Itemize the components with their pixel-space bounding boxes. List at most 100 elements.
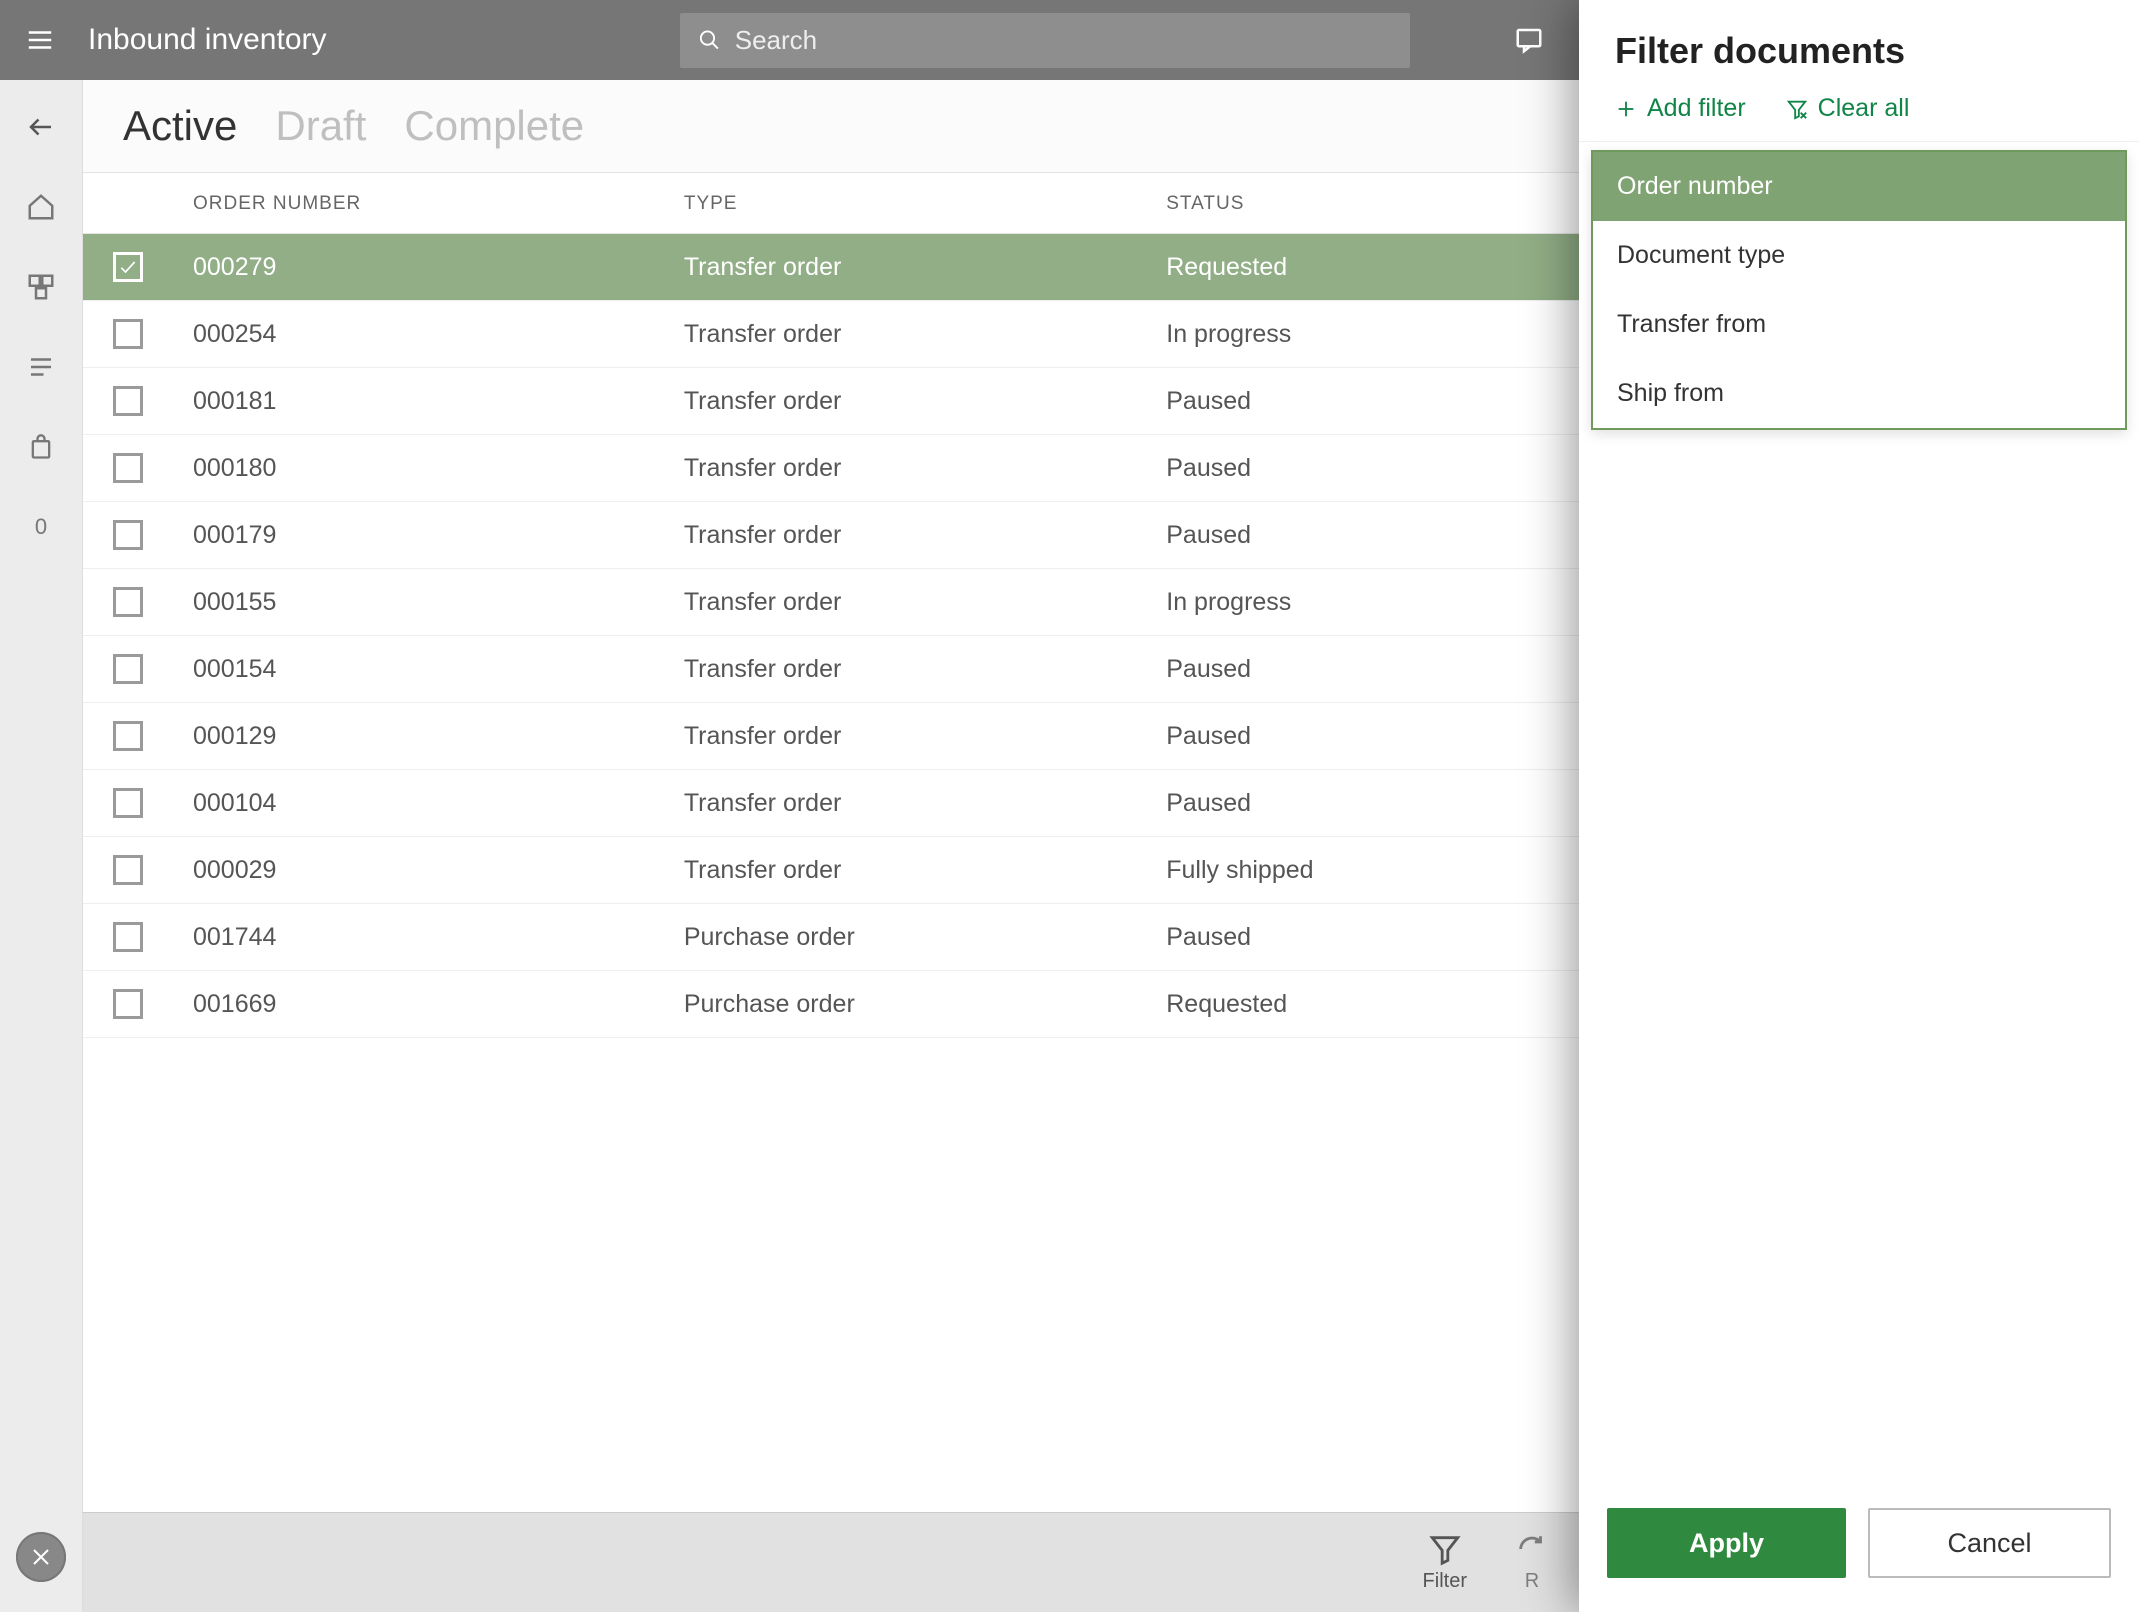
row-checkbox-cell[interactable]	[83, 502, 173, 569]
table-row[interactable]: 000029Transfer orderFully shipped	[83, 837, 1579, 904]
tab-bar: Active Draft Complete	[83, 80, 1579, 172]
checkbox[interactable]	[113, 721, 143, 751]
filter-option[interactable]: Ship from	[1593, 359, 2125, 428]
cell-order: 000104	[173, 770, 674, 837]
cell-status: Paused	[1156, 435, 1579, 502]
checkbox[interactable]	[113, 989, 143, 1019]
row-checkbox-cell[interactable]	[83, 368, 173, 435]
tab-complete[interactable]: Complete	[404, 102, 584, 150]
nav-bag[interactable]	[24, 430, 58, 464]
nav-list[interactable]	[24, 350, 58, 384]
tab-active[interactable]: Active	[123, 102, 237, 150]
cell-order: 000154	[173, 636, 674, 703]
filter-icon	[1428, 1532, 1462, 1566]
checkbox[interactable]	[113, 520, 143, 550]
hamburger-menu-button[interactable]	[0, 0, 80, 80]
cell-order: 000155	[173, 569, 674, 636]
table-row[interactable]: 000154Transfer orderPaused	[83, 636, 1579, 703]
order-table: ORDER NUMBER TYPE STATUS 000279Transfer …	[83, 173, 1579, 1038]
checkbox[interactable]	[113, 788, 143, 818]
table-row[interactable]: 000180Transfer orderPaused	[83, 435, 1579, 502]
table-row[interactable]: 000254Transfer orderIn progress	[83, 301, 1579, 368]
cancel-button[interactable]: Cancel	[1868, 1508, 2111, 1578]
checkbox[interactable]	[113, 252, 143, 282]
row-checkbox-cell[interactable]	[83, 904, 173, 971]
apply-button[interactable]: Apply	[1607, 1508, 1846, 1578]
search-input[interactable]	[735, 25, 1392, 56]
refresh-label: R	[1525, 1570, 1539, 1593]
search-icon	[698, 28, 721, 52]
col-header-status[interactable]: STATUS	[1156, 173, 1579, 234]
row-checkbox-cell[interactable]	[83, 234, 173, 301]
cell-order: 000029	[173, 837, 674, 904]
table-row[interactable]: 000279Transfer orderRequested	[83, 234, 1579, 301]
cell-status: In progress	[1156, 301, 1579, 368]
cell-status: In progress	[1156, 569, 1579, 636]
filter-option[interactable]: Order number	[1593, 152, 2125, 221]
hamburger-icon	[25, 25, 55, 55]
filter-panel-title: Filter documents	[1579, 0, 2139, 88]
row-checkbox-cell[interactable]	[83, 703, 173, 770]
app-title: Inbound inventory	[88, 23, 327, 57]
cell-order: 001669	[173, 971, 674, 1038]
filter-option[interactable]: Transfer from	[1593, 290, 2125, 359]
checkbox[interactable]	[113, 386, 143, 416]
cell-type: Purchase order	[674, 971, 1156, 1038]
cell-status: Paused	[1156, 904, 1579, 971]
row-checkbox-cell[interactable]	[83, 569, 173, 636]
table-row[interactable]: 001744Purchase orderPaused	[83, 904, 1579, 971]
plus-icon	[1615, 98, 1637, 120]
close-app-button[interactable]	[16, 1532, 66, 1582]
table-row[interactable]: 000155Transfer orderIn progress	[83, 569, 1579, 636]
cell-status: Paused	[1156, 636, 1579, 703]
table-row[interactable]: 000129Transfer orderPaused	[83, 703, 1579, 770]
tab-draft[interactable]: Draft	[275, 102, 366, 150]
row-checkbox-cell[interactable]	[83, 636, 173, 703]
chat-button[interactable]	[1499, 0, 1559, 80]
refresh-button[interactable]: R	[1515, 1532, 1549, 1593]
row-checkbox-cell[interactable]	[83, 770, 173, 837]
filter-option[interactable]: Document type	[1593, 221, 2125, 290]
nav-inventory[interactable]	[24, 270, 58, 304]
nav-counter[interactable]: 0	[24, 510, 58, 544]
row-checkbox-cell[interactable]	[83, 435, 173, 502]
checkbox[interactable]	[113, 922, 143, 952]
checkbox[interactable]	[113, 855, 143, 885]
checkbox[interactable]	[113, 319, 143, 349]
table-row[interactable]: 000181Transfer orderPaused	[83, 368, 1579, 435]
cell-type: Transfer order	[674, 569, 1156, 636]
add-filter-button[interactable]: Add filter	[1615, 94, 1746, 123]
back-arrow-icon	[26, 112, 56, 142]
table-row[interactable]: 001669Purchase orderRequested	[83, 971, 1579, 1038]
checkbox[interactable]	[113, 654, 143, 684]
checkbox[interactable]	[113, 587, 143, 617]
clear-all-label: Clear all	[1818, 94, 1910, 123]
clear-all-button[interactable]: Clear all	[1786, 94, 1910, 123]
row-checkbox-cell[interactable]	[83, 971, 173, 1038]
cell-order: 000181	[173, 368, 674, 435]
add-filter-label: Add filter	[1647, 94, 1746, 123]
filter-button[interactable]: Filter	[1423, 1532, 1467, 1593]
order-table-wrap: ORDER NUMBER TYPE STATUS 000279Transfer …	[83, 172, 1579, 1512]
cell-type: Transfer order	[674, 703, 1156, 770]
table-row[interactable]: 000179Transfer orderPaused	[83, 502, 1579, 569]
bag-icon	[27, 432, 55, 462]
check-icon	[118, 257, 138, 277]
col-header-order[interactable]: ORDER NUMBER	[173, 173, 674, 234]
content-column: Active Draft Complete ORDER NUMBER TYPE ST…	[82, 80, 1579, 1612]
cell-status: Paused	[1156, 770, 1579, 837]
cell-type: Transfer order	[674, 770, 1156, 837]
back-button[interactable]	[24, 110, 58, 144]
row-checkbox-cell[interactable]	[83, 301, 173, 368]
cell-type: Transfer order	[674, 636, 1156, 703]
row-checkbox-cell[interactable]	[83, 837, 173, 904]
table-row[interactable]: 000104Transfer orderPaused	[83, 770, 1579, 837]
refresh-icon	[1515, 1532, 1549, 1566]
col-header-type[interactable]: TYPE	[674, 173, 1156, 234]
chat-icon	[1514, 25, 1544, 55]
home-icon	[26, 192, 56, 222]
cell-type: Transfer order	[674, 234, 1156, 301]
nav-home[interactable]	[24, 190, 58, 224]
search-box[interactable]	[680, 13, 1410, 68]
checkbox[interactable]	[113, 453, 143, 483]
